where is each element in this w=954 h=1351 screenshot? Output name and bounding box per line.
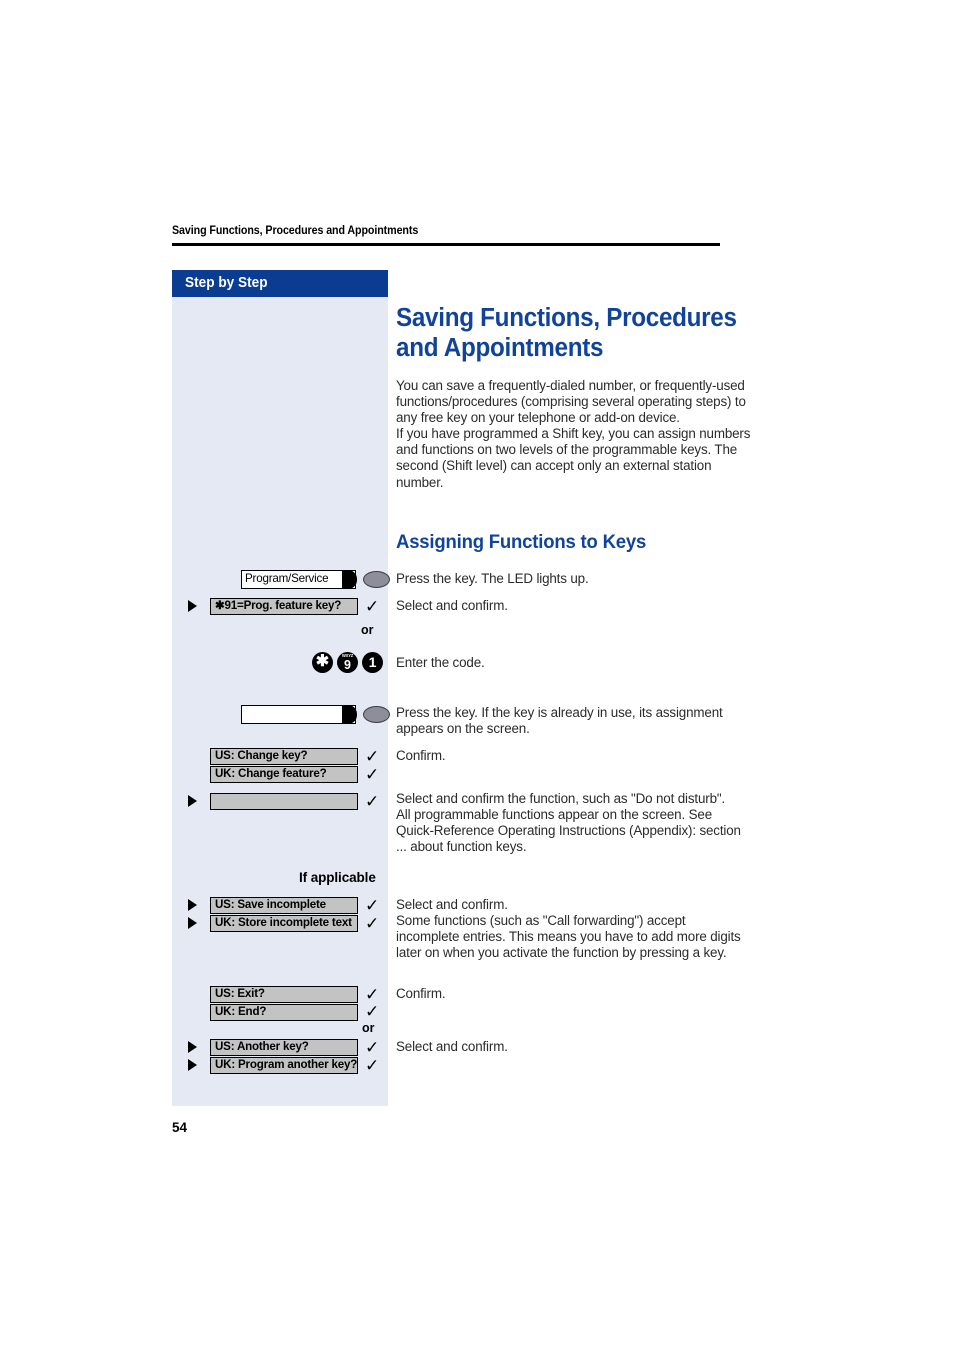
dial-keypad-code[interactable]: ✱ WXYZ 9 1	[312, 652, 384, 674]
dial-key-star[interactable]: ✱	[312, 652, 333, 673]
step-row-uk-change-feature[interactable]: UK: Change feature? ✓	[188, 766, 384, 784]
option-uk-change-feature[interactable]: UK: Change feature?	[210, 766, 358, 783]
option-uk-store-incomplete-text[interactable]: UK: Store incomplete text	[210, 915, 358, 932]
dial-key-9[interactable]: WXYZ 9	[337, 652, 358, 673]
select-arrow-icon	[188, 899, 197, 911]
dial-key-star-glyph: ✱	[315, 653, 330, 670]
option-us-change-key[interactable]: US: Change key?	[210, 748, 358, 765]
option-blank-function[interactable]	[210, 793, 358, 810]
select-arrow-icon	[188, 917, 197, 929]
confirm-checkmark-icon[interactable]: ✓	[365, 1039, 379, 1056]
step-row-us-change-key[interactable]: US: Change key? ✓	[188, 748, 384, 766]
instruction-enter-code: Enter the code.	[396, 655, 485, 670]
intro-paragraph: You can save a frequently-dialed number,…	[396, 378, 751, 490]
option-uk-program-another-key[interactable]: UK: Program another key?	[210, 1057, 358, 1074]
option-us-save-incomplete[interactable]: US: Save incomplete	[210, 897, 358, 914]
page-number: 54	[172, 1120, 188, 1135]
option-uk-end[interactable]: UK: End?	[210, 1004, 358, 1021]
step-row-prog-feature-key[interactable]: ✱91=Prog. feature key? ✓	[188, 598, 384, 616]
or-label-1: or	[361, 623, 374, 637]
dial-key-9-glyph: 9	[344, 657, 351, 672]
blank-key-widget[interactable]	[241, 705, 390, 725]
step-row-blank-option[interactable]: ✓	[188, 793, 384, 811]
select-arrow-icon	[188, 600, 197, 612]
program-service-key-widget[interactable]: Program/Service	[241, 570, 390, 590]
program-service-key-label: Program/Service	[241, 570, 356, 589]
dial-key-1-glyph: 1	[368, 654, 377, 670]
option-us-exit[interactable]: US: Exit?	[210, 986, 358, 1003]
confirm-checkmark-icon[interactable]: ✓	[365, 1057, 379, 1074]
confirm-checkmark-icon[interactable]: ✓	[365, 748, 379, 765]
instruction-select-confirm-1: Select and confirm.	[396, 598, 508, 613]
option-us-another-key[interactable]: US: Another key?	[210, 1039, 358, 1056]
if-applicable-label: If applicable	[299, 870, 376, 885]
running-header: Saving Functions, Procedures and Appoint…	[172, 225, 720, 246]
confirm-checkmark-icon[interactable]: ✓	[365, 897, 379, 914]
dial-key-1[interactable]: 1	[362, 652, 383, 673]
running-header-title: Saving Functions, Procedures and Appoint…	[172, 225, 419, 237]
instruction-press-key-assignment: Press the key. If the key is already in …	[396, 705, 723, 737]
instruction-select-confirm-function: Select and confirm the function, such as…	[396, 791, 741, 855]
select-arrow-icon	[188, 1059, 197, 1071]
key-led-icon	[363, 706, 390, 723]
confirm-checkmark-icon[interactable]: ✓	[365, 598, 379, 615]
step-row-us-save-incomplete[interactable]: US: Save incomplete ✓	[188, 897, 384, 915]
or-label-2: or	[362, 1021, 375, 1035]
step-by-step-title-bar: Step by Step	[172, 270, 388, 297]
select-arrow-icon	[188, 1041, 197, 1053]
blank-key-label	[241, 705, 356, 724]
confirm-checkmark-icon[interactable]: ✓	[365, 793, 379, 810]
confirm-checkmark-icon[interactable]: ✓	[365, 1003, 379, 1020]
instruction-select-confirm-incomplete: Select and confirm. Some functions (such…	[396, 897, 741, 961]
section-title-assigning-functions: Assigning Functions to Keys	[396, 531, 647, 553]
confirm-checkmark-icon[interactable]: ✓	[365, 986, 379, 1003]
step-row-uk-program-another-key[interactable]: UK: Program another key? ✓	[188, 1057, 384, 1075]
key-led-icon	[363, 571, 390, 588]
step-row-uk-end[interactable]: UK: End? ✓	[188, 1003, 384, 1022]
step-by-step-label: Step by Step	[185, 275, 268, 291]
confirm-checkmark-icon[interactable]: ✓	[365, 766, 379, 783]
step-row-us-exit[interactable]: US: Exit? ✓	[188, 986, 384, 1004]
select-arrow-icon	[188, 795, 197, 807]
instruction-select-confirm-2: Select and confirm.	[396, 1039, 508, 1054]
option-prog-feature-key[interactable]: ✱91=Prog. feature key?	[210, 598, 358, 615]
page-title: Saving Functions, Procedures and Appoint…	[396, 304, 737, 362]
instruction-confirm-1: Confirm.	[396, 748, 446, 763]
step-row-us-another-key[interactable]: US: Another key? ✓	[188, 1039, 384, 1057]
instruction-press-key-led: Press the key. The LED lights up.	[396, 571, 589, 586]
step-row-uk-store-incomplete-text[interactable]: UK: Store incomplete text ✓	[188, 915, 384, 933]
instruction-confirm-2: Confirm.	[396, 986, 446, 1001]
confirm-checkmark-icon[interactable]: ✓	[365, 915, 379, 932]
header-rule	[172, 243, 720, 246]
step-by-step-sidebar: Step by Step	[172, 270, 388, 1106]
